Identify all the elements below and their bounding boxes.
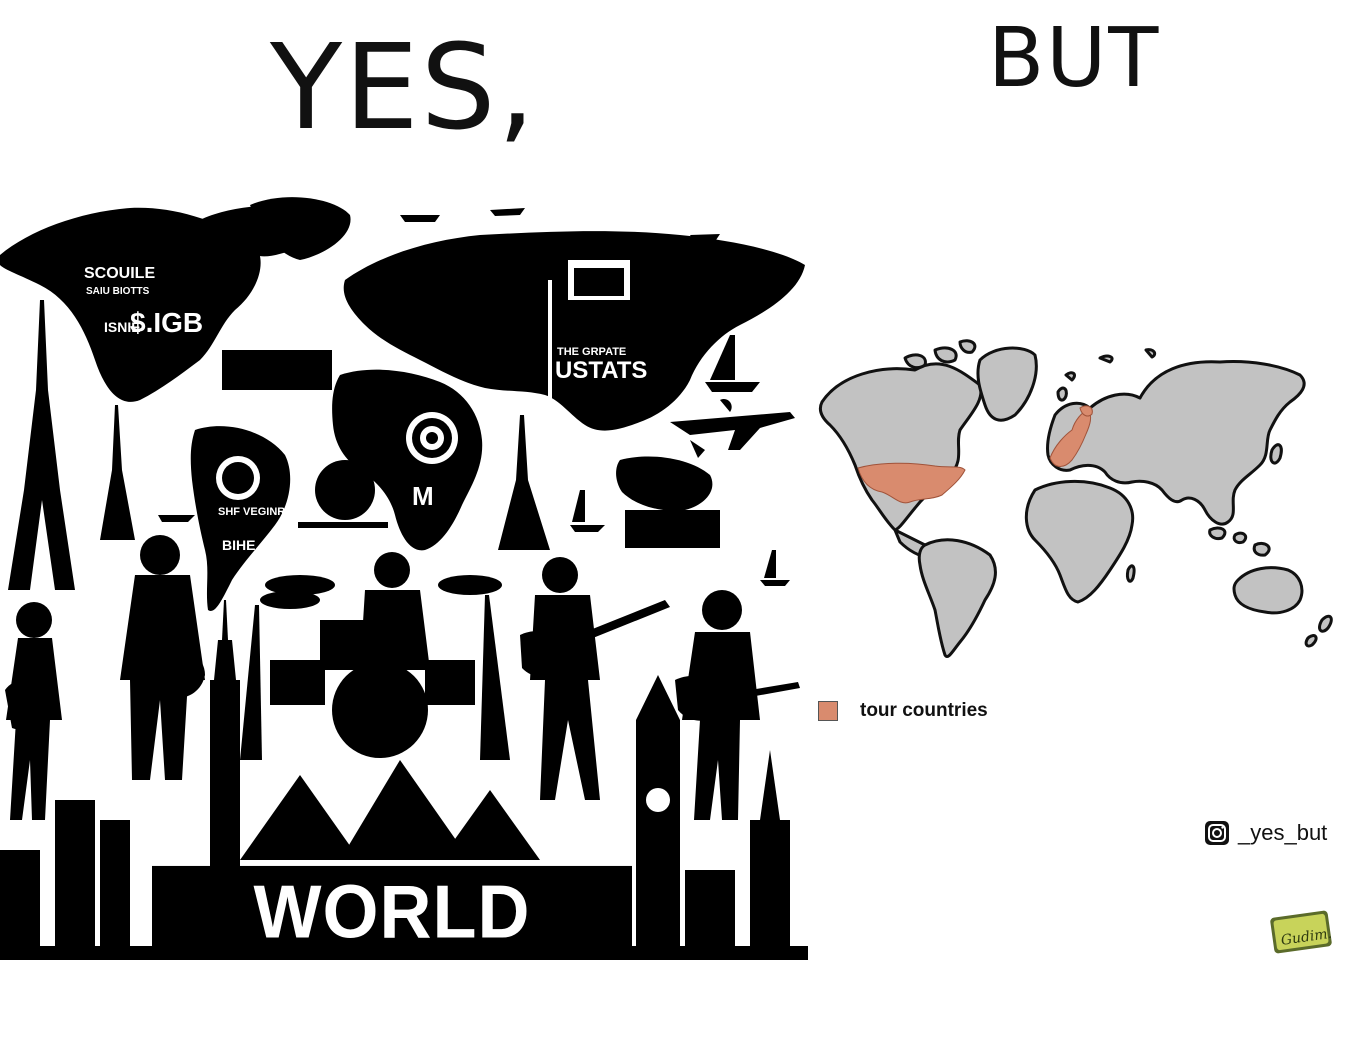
map-label-3: $.IGB — [130, 307, 203, 338]
tour-world-map — [818, 339, 1333, 658]
map-label-8: SHF VEGINRAL — [218, 506, 300, 518]
map-south-america — [917, 538, 997, 658]
airplane-icon — [670, 412, 795, 450]
map-label-9: BIHE — [222, 537, 255, 553]
map-africa — [1024, 479, 1135, 604]
map-label-6: USTATS — [555, 357, 647, 384]
map-australia — [1232, 566, 1304, 615]
map-label-1: SCOUILE — [84, 265, 155, 282]
but-panel: BUT tour countries _yes_but Gudim. — [810, 0, 1348, 976]
instagram-icon — [1205, 821, 1229, 845]
poster-world-map — [0, 197, 805, 611]
legend-label: tour countries — [860, 700, 988, 721]
map-label-7: M — [412, 481, 434, 511]
yes-panel: YES, SCOUILE SAIU BIOTTS $.IGB ISNIE THE… — [0, 0, 810, 1047]
map-greenland — [976, 346, 1038, 422]
gudim-signature-badge: Gudim. — [1270, 910, 1333, 954]
world-tour-banner: WORLD TOUR — [152, 865, 632, 1047]
map-label-2: SAIU BIOTTS — [86, 286, 150, 297]
legend-swatch — [818, 701, 838, 721]
but-heading: BUT — [988, 11, 1161, 106]
big-ben-icon — [636, 720, 680, 960]
map-legend: tour countries — [818, 700, 988, 722]
yes-heading: YES, — [270, 18, 538, 156]
instagram-watermark: _yes_but — [1204, 820, 1327, 846]
map-uk — [1056, 386, 1068, 402]
map-label-4: ISNIE — [104, 319, 141, 335]
world-tour-poster: SCOUILE SAIU BIOTTS $.IGB ISNIE THE GRPA… — [0, 197, 808, 960]
instagram-handle: _yes_but — [1238, 820, 1328, 845]
map-north-america — [818, 362, 983, 532]
